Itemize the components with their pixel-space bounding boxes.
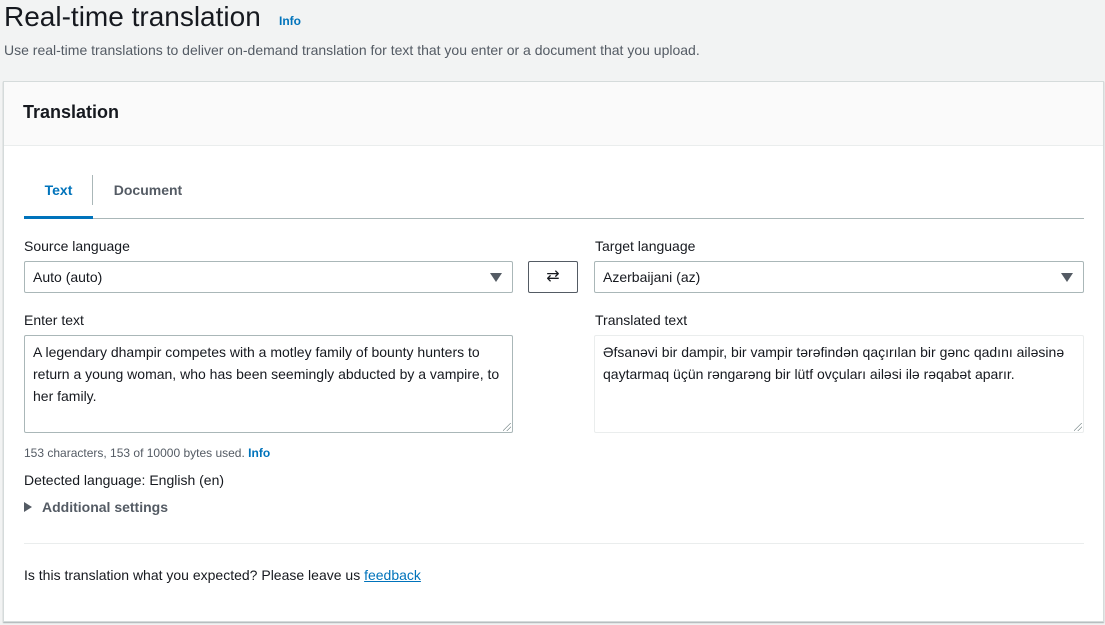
caret-down-icon (490, 273, 502, 282)
caret-down-icon (1061, 273, 1073, 282)
source-text-value: A legendary dhampir competes with a motl… (33, 344, 500, 404)
resize-handle-icon[interactable] (503, 423, 511, 431)
page-header: Real-time translation Info Use real-time… (0, 0, 1105, 82)
translation-panel: Translation Text Document Source languag… (3, 81, 1104, 622)
target-language-select[interactable]: Azerbaijani (az) (594, 261, 1084, 293)
enter-text-label: Enter text (24, 312, 84, 328)
detected-language: Detected language: English (en) (24, 472, 225, 488)
panel-title: Translation (23, 102, 120, 122)
tab-text[interactable]: Text (24, 173, 93, 219)
divider (24, 543, 1084, 544)
additional-settings-toggle[interactable]: Additional settings (24, 499, 168, 515)
tab-bar: Text Document (24, 173, 1084, 219)
character-count: 153 characters, 153 of 10000 bytes used.… (24, 446, 270, 460)
source-language-select[interactable]: Auto (auto) (24, 261, 513, 293)
page-title: Real-time translation (4, 1, 261, 32)
feedback-prompt: Is this translation what you expected? P… (24, 567, 421, 583)
caret-right-icon (24, 502, 32, 512)
translated-text-output[interactable]: Əfsanəvi bir dampir, bir vampir tərəfind… (594, 335, 1084, 433)
target-language-label: Target language (595, 238, 696, 254)
translated-text-label: Translated text (595, 312, 688, 328)
translated-text-value: Əfsanəvi bir dampir, bir vampir tərəfind… (603, 344, 1065, 382)
target-language-value: Azerbaijani (az) (603, 269, 701, 285)
feedback-text: Is this translation what you expected? P… (24, 567, 361, 583)
tab-document[interactable]: Document (94, 173, 202, 219)
source-text-input[interactable]: A legendary dhampir competes with a motl… (24, 335, 513, 433)
title-info-link[interactable]: Info (279, 14, 301, 28)
feedback-link[interactable]: feedback (364, 567, 421, 583)
panel-header: Translation (4, 82, 1103, 146)
source-language-value: Auto (auto) (33, 269, 103, 285)
character-count-info-link[interactable]: Info (248, 446, 270, 460)
swap-languages-button[interactable]: ⇄ (528, 261, 578, 293)
character-count-text: 153 characters, 153 of 10000 bytes used. (24, 446, 245, 460)
page-description: Use real-time translations to deliver on… (4, 42, 700, 58)
additional-settings-label: Additional settings (42, 499, 168, 515)
resize-handle-icon[interactable] (1074, 423, 1082, 431)
swap-arrows-icon: ⇄ (546, 268, 560, 285)
source-language-label: Source language (24, 238, 130, 254)
tab-divider (92, 175, 93, 205)
